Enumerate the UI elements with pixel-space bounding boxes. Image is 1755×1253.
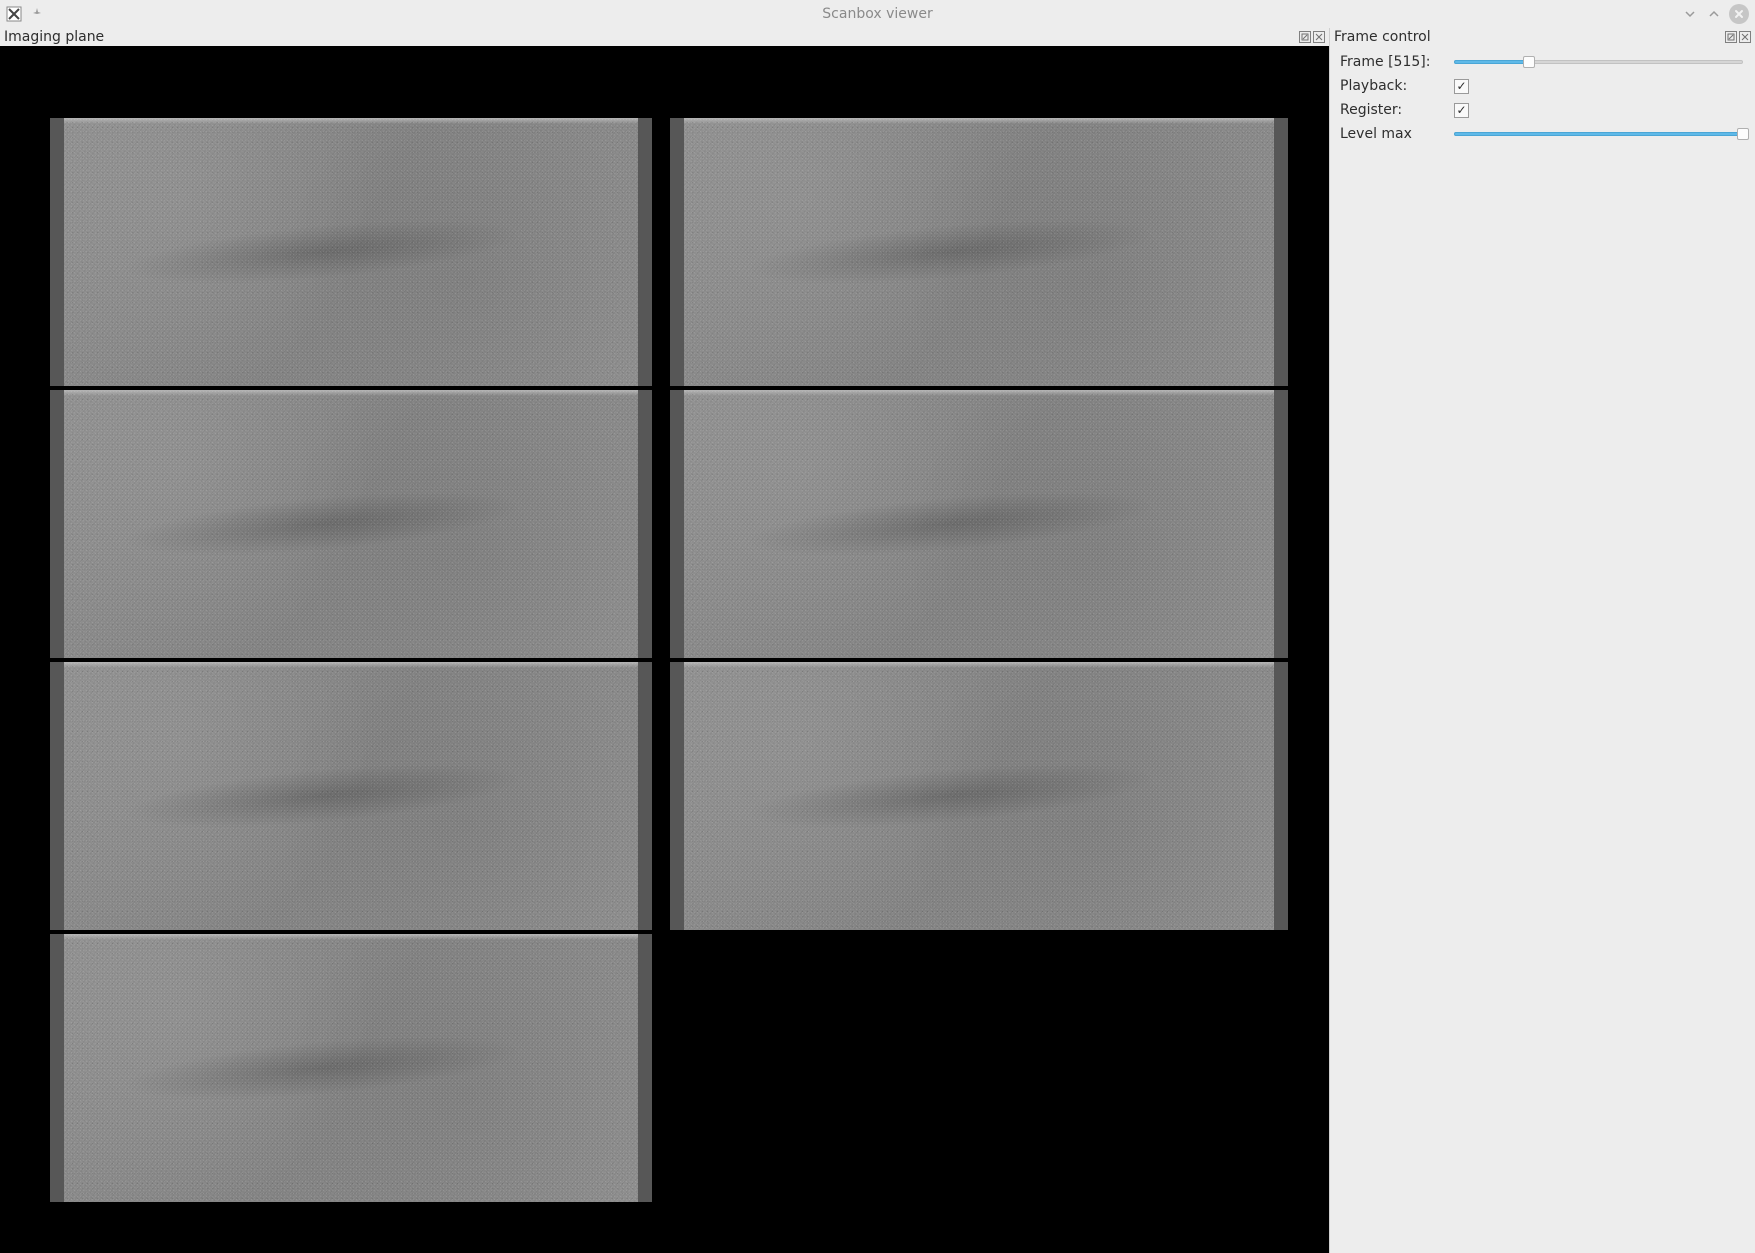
dock-close-icon[interactable] bbox=[1313, 31, 1325, 43]
control-panel-header: Frame control bbox=[1330, 28, 1755, 46]
imaging-tile bbox=[50, 390, 652, 658]
levelmax-label: Level max bbox=[1340, 126, 1448, 142]
frame-label: Frame [515]: bbox=[1340, 54, 1448, 70]
imaging-tile bbox=[50, 934, 652, 1202]
content-area: Imaging plane bbox=[0, 28, 1755, 1253]
playback-checkbox[interactable]: ✓ bbox=[1454, 79, 1469, 94]
imaging-tile bbox=[50, 118, 652, 386]
dock-popout-icon[interactable] bbox=[1299, 31, 1311, 43]
tile-grid bbox=[50, 118, 1288, 1202]
chevron-up-icon[interactable] bbox=[1705, 5, 1723, 23]
register-label: Register: bbox=[1340, 102, 1448, 118]
control-header-icons bbox=[1725, 31, 1751, 43]
frame-control-panel: Frame control Frame [515]: bbox=[1330, 28, 1755, 1253]
titlebar-left bbox=[6, 6, 44, 22]
imaging-panel-title: Imaging plane bbox=[4, 29, 104, 45]
imaging-tile bbox=[670, 662, 1288, 930]
imaging-panel-header: Imaging plane bbox=[0, 28, 1329, 46]
imaging-panel: Imaging plane bbox=[0, 28, 1330, 1253]
imaging-tile bbox=[670, 390, 1288, 658]
titlebar-right bbox=[1681, 4, 1749, 24]
levelmax-row: Level max bbox=[1340, 126, 1743, 142]
playback-label: Playback: bbox=[1340, 78, 1448, 94]
app-icon bbox=[6, 6, 22, 22]
frame-row: Frame [515]: bbox=[1340, 54, 1743, 70]
imaging-tile bbox=[670, 118, 1288, 386]
close-window-button[interactable] bbox=[1729, 4, 1749, 24]
register-checkbox[interactable]: ✓ bbox=[1454, 103, 1469, 118]
dock-popout-icon[interactable] bbox=[1725, 31, 1737, 43]
control-panel-title: Frame control bbox=[1334, 29, 1431, 45]
imaging-view[interactable] bbox=[0, 46, 1329, 1253]
register-row: Register: ✓ bbox=[1340, 102, 1743, 118]
chevron-down-icon[interactable] bbox=[1681, 5, 1699, 23]
imaging-tile bbox=[50, 662, 652, 930]
imaging-header-icons bbox=[1299, 31, 1325, 43]
playback-row: Playback: ✓ bbox=[1340, 78, 1743, 94]
frame-slider[interactable] bbox=[1454, 56, 1743, 68]
window-title: Scanbox viewer bbox=[822, 6, 932, 22]
levelmax-slider[interactable] bbox=[1454, 128, 1743, 140]
pin-icon[interactable] bbox=[30, 7, 44, 21]
title-bar: Scanbox viewer bbox=[0, 0, 1755, 28]
controls-list: Frame [515]: Playback: ✓ Register: ✓ Lev… bbox=[1330, 46, 1755, 142]
dock-close-icon[interactable] bbox=[1739, 31, 1751, 43]
